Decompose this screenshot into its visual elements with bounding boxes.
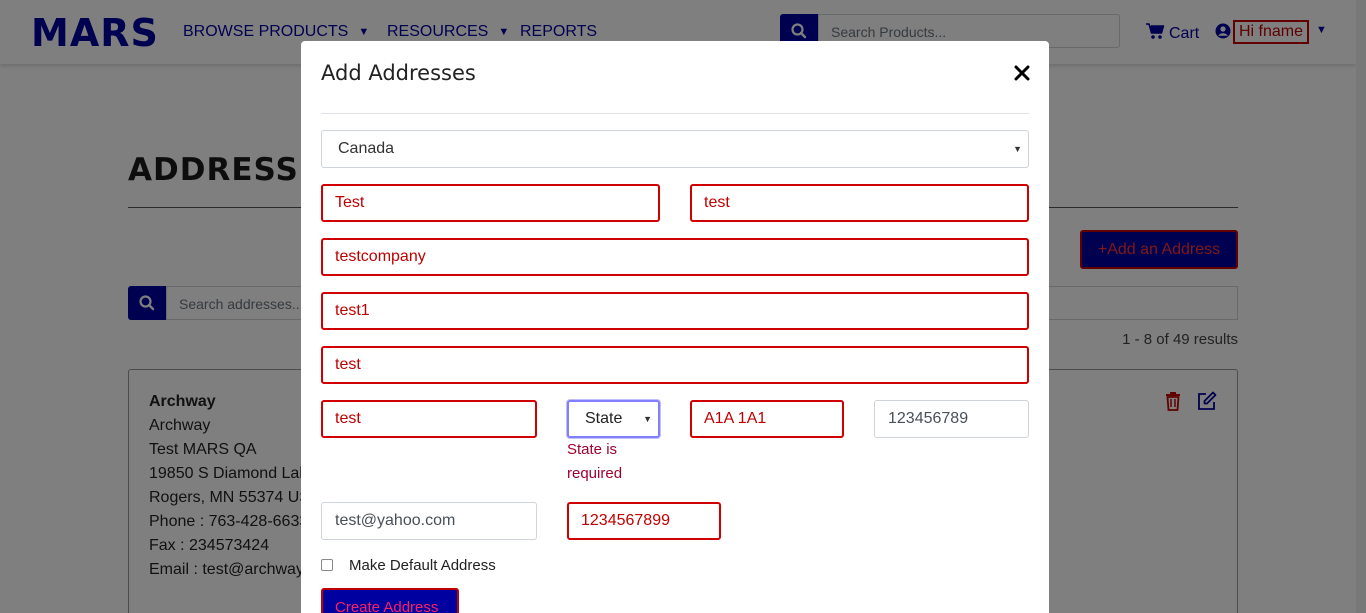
postal-code-field[interactable]: A1A 1A1 (690, 400, 844, 438)
country-select-value: Canada (338, 140, 395, 157)
chevron-down-icon: ▼ (643, 414, 652, 424)
default-address-label[interactable]: Make Default Address (349, 557, 496, 574)
state-select-value: State (585, 410, 623, 427)
address-line2-field[interactable]: test (321, 346, 1029, 384)
address-line1-field[interactable]: test1 (321, 292, 1029, 330)
phone-field[interactable]: 1234567899 (567, 502, 721, 540)
create-address-button[interactable]: Create Address (321, 588, 459, 613)
add-address-modal: Add Addresses Canada ▼ Test test testcom… (301, 41, 1049, 613)
country-select[interactable]: Canada ▼ (321, 130, 1029, 168)
last-name-field[interactable]: test (690, 184, 1029, 222)
default-address-checkbox[interactable] (321, 559, 333, 571)
modal-title: Add Addresses (321, 61, 476, 85)
modal-header-divider (321, 113, 1029, 114)
state-select[interactable]: State ▼ (567, 400, 660, 438)
city-field[interactable]: test (321, 400, 537, 438)
email-field[interactable]: test@yahoo.com (321, 502, 537, 540)
first-name-field[interactable]: Test (321, 184, 660, 222)
chevron-down-icon: ▼ (1013, 144, 1022, 154)
state-error-message: State is required (567, 441, 623, 482)
tax-id-field[interactable]: 123456789 (874, 400, 1029, 438)
company-field[interactable]: testcompany (321, 238, 1029, 276)
close-icon[interactable] (1014, 65, 1030, 81)
